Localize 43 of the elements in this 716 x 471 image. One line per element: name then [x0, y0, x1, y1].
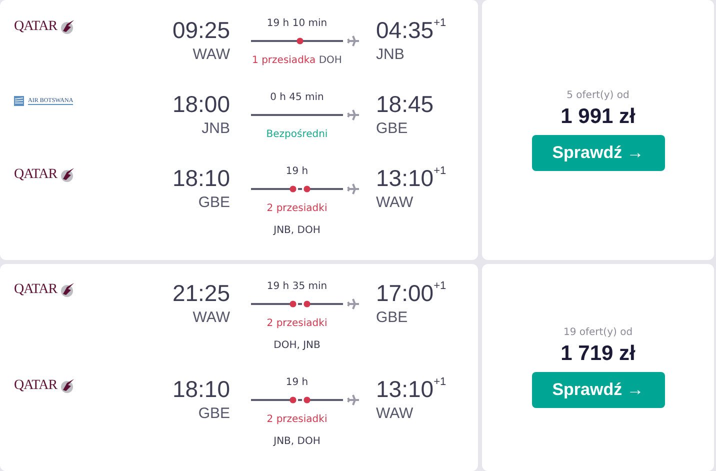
stops-label: 2 przesiadki [266, 317, 328, 331]
stops-label: Bezpośredni [266, 128, 328, 142]
flight-duration: 19 h [286, 165, 308, 179]
price: 1 719 zł [560, 342, 636, 366]
arrival-time: 04:35$^{+1}$ [376, 16, 446, 44]
offers-count: 19 ofert(y) od [563, 327, 633, 338]
check-button[interactable]: Sprawdź → [532, 372, 664, 408]
airline-logo-text: QATAR [14, 167, 58, 183]
arrival-time: 17:00$^{+1}$ [376, 279, 446, 307]
departure-airport: GBE [198, 193, 230, 213]
arrival-airport: JNB [376, 45, 404, 65]
stops-info: 1 przesiadka DOH [252, 54, 342, 68]
arrival-airport: GBE [376, 308, 408, 328]
flight-duration: 0 h 45 min [270, 91, 324, 105]
departure-time: 09:25 [172, 16, 230, 44]
departure-time: 21:25 [172, 279, 230, 307]
arrival-time: 13:10$^{+1}$ [376, 164, 446, 192]
arrival-time: 18:45 [376, 90, 434, 118]
flight-duration: 19 h [286, 376, 308, 390]
airline-logo-text: QATAR [14, 378, 58, 394]
departure-airport: WAW [192, 45, 230, 65]
departure-airport: GBE [198, 404, 230, 424]
airline-logo-text: QATAR [14, 19, 58, 35]
arrival-airport: WAW [376, 193, 414, 213]
stops-label: 2 przesiadki [266, 413, 328, 427]
flight-duration: 19 h 35 min [266, 280, 328, 294]
stops-label: 2 przesiadki [266, 202, 328, 216]
departure-time: 18:10 [172, 375, 230, 403]
layover-airports: DOH, JNB [274, 339, 320, 353]
departure-airport: WAW [192, 308, 230, 328]
departure-time: 18:10 [172, 164, 230, 192]
price: 1 991 zł [560, 104, 636, 128]
layover-airports: JNB, DOH [274, 435, 320, 449]
flight-duration: 19 h 10 min [266, 17, 328, 31]
airline-logo-text: QATAR [14, 282, 58, 298]
departure-airport: JNB [202, 119, 230, 139]
departure-time: 18:00 [172, 90, 230, 118]
arrival-time: 13:10$^{+1}$ [376, 375, 446, 403]
offers-count: 5 ofert(y) od [566, 90, 630, 100]
check-button[interactable]: Sprawdź → [532, 134, 664, 170]
arrival-airport: WAW [376, 404, 414, 424]
arrival-airport: GBE [376, 119, 408, 139]
layover-airports: JNB, DOH [274, 224, 320, 238]
